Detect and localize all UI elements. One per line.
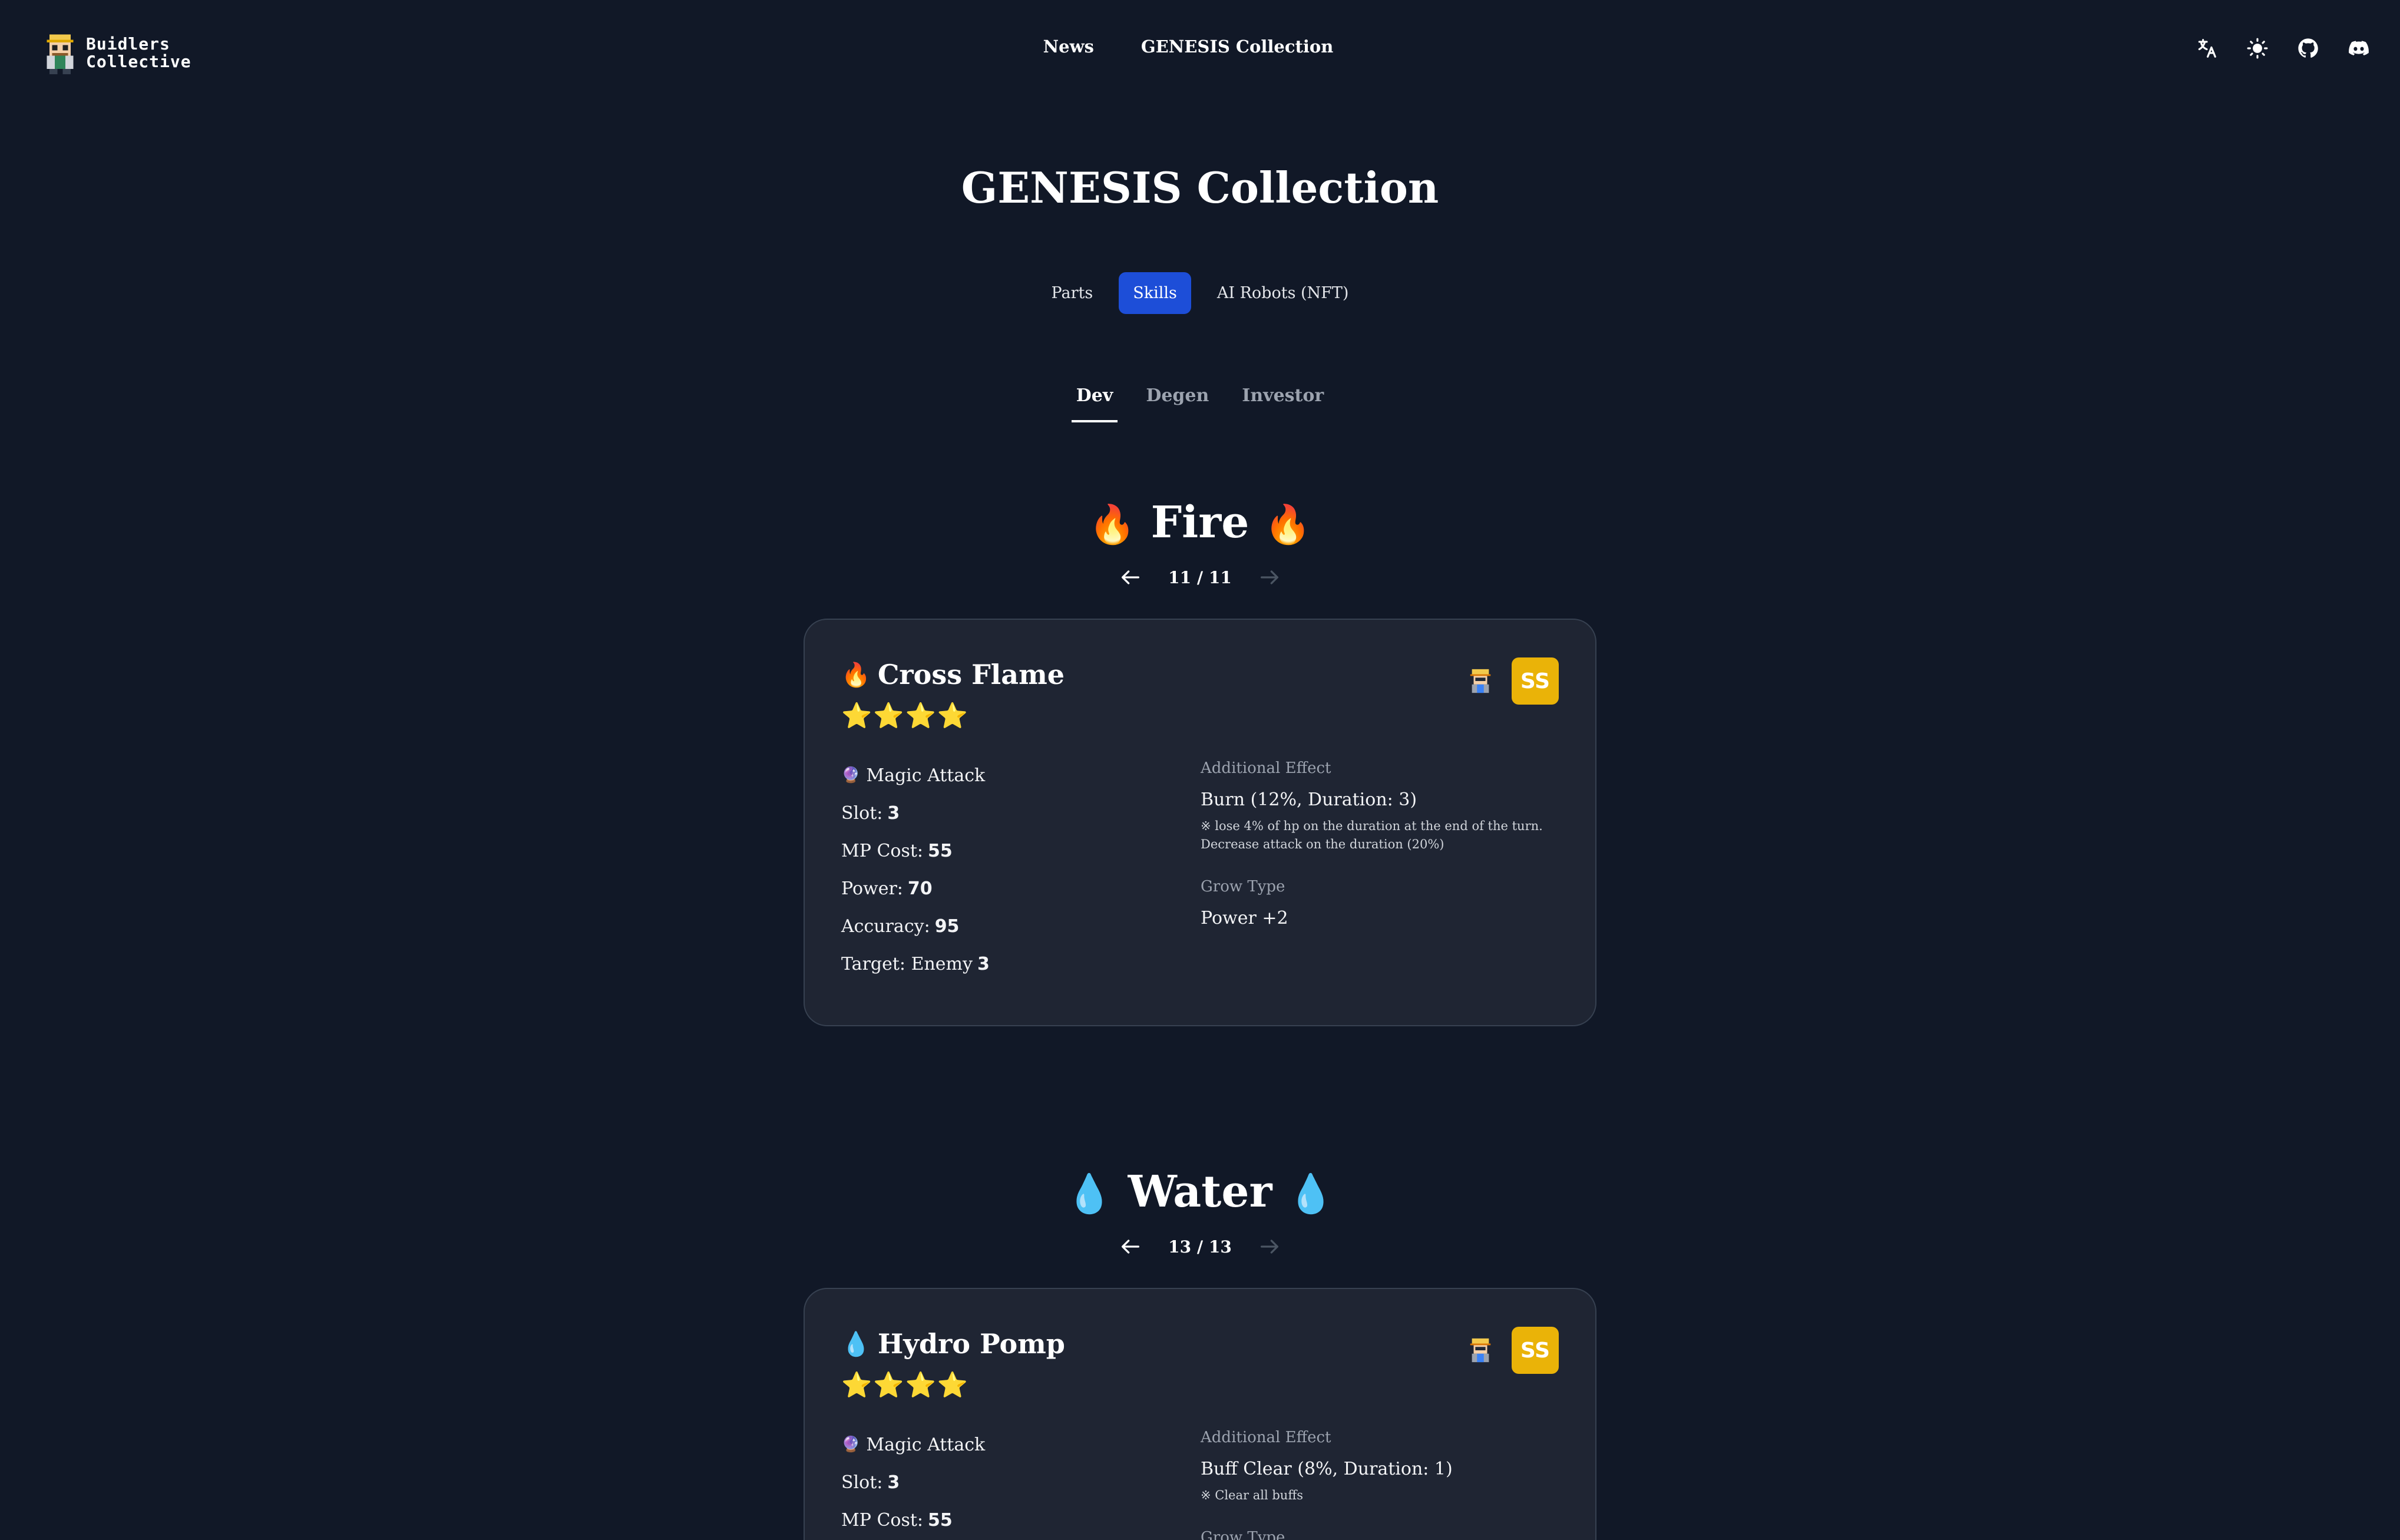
- effect-note-line: ※ Clear all buffs: [1201, 1488, 1304, 1502]
- main-nav: News GENESIS Collection: [0, 37, 2400, 57]
- stat-value: 55: [928, 1509, 953, 1531]
- element-name: Fire: [1151, 497, 1249, 548]
- stat-value: 3: [887, 1472, 900, 1493]
- stat-slot: Slot: 3: [841, 1463, 985, 1501]
- card-badges: SS: [1467, 657, 1559, 705]
- translate-icon[interactable]: [2195, 37, 2219, 60]
- star-rating: ⭐⭐⭐⭐: [841, 701, 970, 730]
- effect-value: Buff Clear (8%, Duration: 1): [1201, 1459, 1453, 1479]
- fire-icon: 🔥: [1264, 503, 1311, 547]
- skill-pager: 11 / 11: [0, 564, 2400, 590]
- skill-type: 🔮 Magic Attack: [841, 756, 990, 794]
- water-drop-icon: 💧: [1066, 1172, 1113, 1216]
- effect-label: Additional Effect: [1201, 759, 1331, 777]
- effect-note: ※ Clear all buffs: [1201, 1486, 1566, 1505]
- nav-news-link[interactable]: News: [1043, 37, 1094, 57]
- pager-count: 11 / 11: [1168, 567, 1232, 587]
- stat-value: 70: [907, 878, 933, 899]
- skill-type-text: Magic Attack: [866, 1434, 986, 1455]
- fire-section: 🔥 Fire 🔥 11 / 11: [0, 497, 2400, 590]
- skill-type-text: Magic Attack: [866, 765, 986, 786]
- skill-name-text: Cross Flame: [877, 659, 1065, 690]
- stat-label: Target: Enemy: [841, 953, 973, 974]
- nav-collection-link[interactable]: GENESIS Collection: [1141, 37, 1333, 57]
- additional-effect: Additional Effect Buff Clear (8%, Durati…: [1201, 1426, 1566, 1540]
- skill-name-text: Hydro Pomp: [877, 1328, 1065, 1360]
- skill-name: 💧 Hydro Pomp: [841, 1328, 1065, 1360]
- stat-label: Accuracy:: [841, 916, 930, 937]
- fire-icon: 🔥: [1089, 503, 1136, 547]
- grow-type-label: Grow Type: [1201, 878, 1285, 895]
- card-header: 🔥 Cross Flame ⭐⭐⭐⭐: [841, 659, 1065, 731]
- page-title: GENESIS Collection: [961, 163, 1439, 213]
- stat-value: 3: [977, 953, 990, 974]
- next-arrow-icon[interactable]: [1257, 564, 1282, 590]
- tab-dev[interactable]: Dev: [1071, 385, 1118, 422]
- stat-mp-cost: MP Cost: 55: [841, 832, 990, 870]
- star-rating: ⭐⭐⭐⭐: [841, 1370, 970, 1399]
- element-title: 💧 Water 💧: [0, 1166, 2400, 1217]
- stat-label: MP Cost:: [841, 1509, 924, 1531]
- stat-label: Power:: [841, 878, 903, 899]
- effect-note-line: ※ lose 4% of hp on the duration at the e…: [1201, 819, 1543, 833]
- stat-label: Slot:: [841, 802, 883, 824]
- pager-count: 13 / 13: [1168, 1237, 1232, 1257]
- dev-avatar-icon: [1470, 669, 1491, 693]
- grade-badge: SS: [1512, 1327, 1559, 1374]
- stat-slot: Slot: 3: [841, 794, 990, 832]
- prev-arrow-icon[interactable]: [1118, 1234, 1143, 1260]
- fire-icon: 🔥: [841, 660, 871, 689]
- grade-badge: SS: [1512, 657, 1559, 705]
- skill-pager: 13 / 13: [0, 1234, 2400, 1260]
- grow-type-value: Power +2: [1201, 908, 1288, 928]
- additional-effect: Additional Effect Burn (12%, Duration: 3…: [1201, 756, 1566, 928]
- skill-card: 🔥 Cross Flame ⭐⭐⭐⭐ SS 🔮 Magic Attack Slo…: [804, 619, 1596, 1026]
- effect-note-line: Decrease attack on the duration (20%): [1201, 837, 1444, 851]
- prev-arrow-icon[interactable]: [1118, 564, 1143, 590]
- card-badges: SS: [1467, 1327, 1559, 1374]
- grow-type-label: Grow Type: [1201, 1529, 1285, 1540]
- stat-power: Power: 70: [841, 870, 990, 907]
- discord-icon[interactable]: [2347, 37, 2371, 60]
- header-actions: [2195, 37, 2371, 60]
- crystal-ball-icon: 🔮: [841, 766, 861, 784]
- skill-stats: 🔮 Magic Attack Slot: 3 MP Cost: 55: [841, 1426, 985, 1539]
- tab-skills[interactable]: Skills: [1119, 272, 1191, 314]
- collection-type-tabs: Parts Skills AI Robots (NFT): [0, 272, 2400, 314]
- skill-card: 💧 Hydro Pomp ⭐⭐⭐⭐ SS 🔮 Magic Attack Slot…: [804, 1288, 1596, 1540]
- effect-label: Additional Effect: [1201, 1429, 1331, 1446]
- effect-note: ※ lose 4% of hp on the duration at the e…: [1201, 817, 1566, 854]
- tab-ai-robots[interactable]: AI Robots (NFT): [1203, 272, 1363, 314]
- skill-stats: 🔮 Magic Attack Slot: 3 MP Cost: 55 Power: 7…: [841, 756, 990, 983]
- water-drop-icon: 💧: [1287, 1172, 1334, 1216]
- skill-type: 🔮 Magic Attack: [841, 1426, 985, 1463]
- stat-accuracy: Accuracy: 95: [841, 907, 990, 945]
- card-header: 💧 Hydro Pomp ⭐⭐⭐⭐: [841, 1328, 1065, 1400]
- water-drop-icon: 💧: [841, 1330, 871, 1358]
- stat-target: Target: Enemy 3: [841, 945, 990, 983]
- stat-mp-cost: MP Cost: 55: [841, 1501, 985, 1539]
- element-title: 🔥 Fire 🔥: [0, 497, 2400, 548]
- crystal-ball-icon: 🔮: [841, 1436, 861, 1453]
- category-tabs: Dev Degen Investor: [0, 385, 2400, 422]
- tab-investor[interactable]: Investor: [1237, 385, 1328, 422]
- tab-parts[interactable]: Parts: [1037, 272, 1108, 314]
- water-section: 💧 Water 💧 13 / 13: [0, 1166, 2400, 1260]
- github-icon[interactable]: [2296, 37, 2320, 60]
- dev-avatar-icon: [1470, 1338, 1491, 1363]
- stat-value: 3: [887, 802, 900, 824]
- tab-degen[interactable]: Degen: [1141, 385, 1214, 422]
- effect-value: Burn (12%, Duration: 3): [1201, 789, 1417, 810]
- sun-icon[interactable]: [2246, 37, 2269, 60]
- stat-value: 95: [934, 916, 960, 937]
- stat-label: MP Cost:: [841, 840, 924, 861]
- site-header: Buidlers Collective News GENESIS Collect…: [0, 0, 2400, 101]
- next-arrow-icon[interactable]: [1257, 1234, 1282, 1260]
- stat-label: Slot:: [841, 1472, 883, 1493]
- skill-name: 🔥 Cross Flame: [841, 659, 1065, 690]
- stat-value: 55: [928, 840, 953, 861]
- element-name: Water: [1128, 1166, 1272, 1217]
